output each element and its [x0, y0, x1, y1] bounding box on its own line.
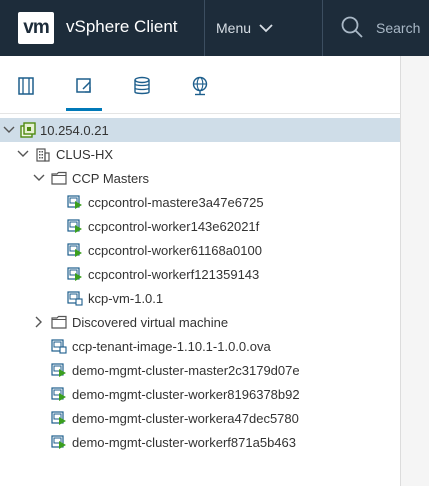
tree-node-label: Discovered virtual machine — [72, 314, 229, 330]
toolbar-divider — [0, 113, 400, 114]
tree-node-label: demo-mgmt-cluster-worker8196378b92 — [72, 386, 300, 402]
search-icon — [340, 15, 364, 42]
vm-powered-on-icon — [67, 266, 83, 282]
vcenter-icon — [20, 122, 36, 138]
active-tab-indicator — [66, 108, 102, 111]
menu-label: Menu — [216, 20, 252, 36]
tree-node-vm[interactable]: demo-mgmt-cluster-workera47dec5780 — [0, 406, 400, 430]
folder-icon — [51, 314, 67, 330]
tree-node-vm[interactable]: demo-mgmt-cluster-master2c3179d07e — [0, 358, 400, 382]
vm-powered-on-icon — [51, 362, 67, 378]
header-divider — [204, 0, 205, 56]
tree-node-label: ccpcontrol-workerf121359143 — [88, 266, 260, 282]
chevron-right-icon[interactable] — [33, 316, 45, 328]
vms-templates-icon — [74, 76, 94, 101]
tab-storage[interactable] — [130, 76, 154, 100]
menu-button[interactable]: Menu — [216, 0, 273, 56]
tree-node-folder[interactable]: Discovered virtual machine — [0, 310, 400, 334]
tree-node-label: kcp-vm-1.0.1 — [88, 290, 164, 306]
storage-icon — [132, 76, 152, 101]
tree-node-label: ccpcontrol-mastere3a47e6725 — [88, 194, 264, 210]
vm-powered-on-icon — [67, 218, 83, 234]
search-placeholder: Search — [376, 20, 421, 36]
tree-node-vm[interactable]: demo-mgmt-cluster-workerf871a5b463 — [0, 430, 400, 454]
network-icon — [190, 76, 210, 101]
tree-node-label: demo-mgmt-cluster-workerf871a5b463 — [72, 434, 296, 450]
vm-powered-on-icon — [67, 242, 83, 258]
chevron-down-icon[interactable] — [3, 124, 15, 136]
header-divider — [322, 0, 323, 56]
tree-node-label: demo-mgmt-cluster-master2c3179d07e — [72, 362, 300, 378]
tree-node-label: 10.254.0.21 — [40, 122, 109, 138]
folder-icon — [51, 170, 67, 186]
tree-node-vcenter[interactable]: 10.254.0.21 — [0, 118, 400, 142]
vm-powered-on-icon — [67, 194, 83, 210]
tree-node-label: demo-mgmt-cluster-workera47dec5780 — [72, 410, 299, 426]
vm-powered-on-icon — [51, 386, 67, 402]
tree-node-label: CCP Masters — [72, 170, 150, 186]
top-header: vm vSphere Client Menu Search — [0, 0, 429, 56]
tab-networking[interactable] — [188, 76, 212, 100]
chevron-down-icon[interactable] — [33, 172, 45, 184]
navigator-toolbar — [0, 56, 400, 114]
tab-vms-and-templates[interactable] — [72, 76, 96, 100]
tree-node-datacenter[interactable]: CLUS-HX — [0, 142, 400, 166]
tree-node-label: CLUS-HX — [56, 146, 114, 162]
content-panel — [400, 56, 429, 486]
tree-node-label: ccpcontrol-worker143e62021f — [88, 218, 260, 234]
vm-template-icon — [51, 338, 67, 354]
datacenter-icon — [35, 146, 51, 162]
chevron-down-icon[interactable] — [17, 148, 29, 160]
tree-node-vm[interactable]: ccpcontrol-worker61168a0100 — [0, 238, 400, 262]
tree-node-label: ccp-tenant-image-1.10.1-1.0.0.ova — [72, 338, 271, 354]
tab-hosts-and-clusters[interactable] — [14, 76, 38, 100]
hosts-clusters-icon — [16, 76, 36, 101]
tree-node-vm[interactable]: ccpcontrol-workerf121359143 — [0, 262, 400, 286]
tree-node-template[interactable]: ccp-tenant-image-1.10.1-1.0.0.ova — [0, 334, 400, 358]
tree-node-vm[interactable]: ccpcontrol-worker143e62021f — [0, 214, 400, 238]
app-title: vSphere Client — [66, 17, 178, 36]
search-input[interactable]: Search — [340, 0, 420, 56]
vmware-logo[interactable]: vm — [18, 12, 54, 44]
tree-node-template[interactable]: kcp-vm-1.0.1 — [0, 286, 400, 310]
vm-powered-on-icon — [51, 434, 67, 450]
tree-node-vm[interactable]: demo-mgmt-cluster-worker8196378b92 — [0, 382, 400, 406]
chevron-down-icon — [259, 20, 273, 36]
vm-template-icon — [67, 290, 83, 306]
vm-powered-on-icon — [51, 410, 67, 426]
tree-node-folder[interactable]: CCP Masters — [0, 166, 400, 190]
tree-node-label: ccpcontrol-worker61168a0100 — [88, 242, 262, 258]
tree-node-vm[interactable]: ccpcontrol-mastere3a47e6725 — [0, 190, 400, 214]
